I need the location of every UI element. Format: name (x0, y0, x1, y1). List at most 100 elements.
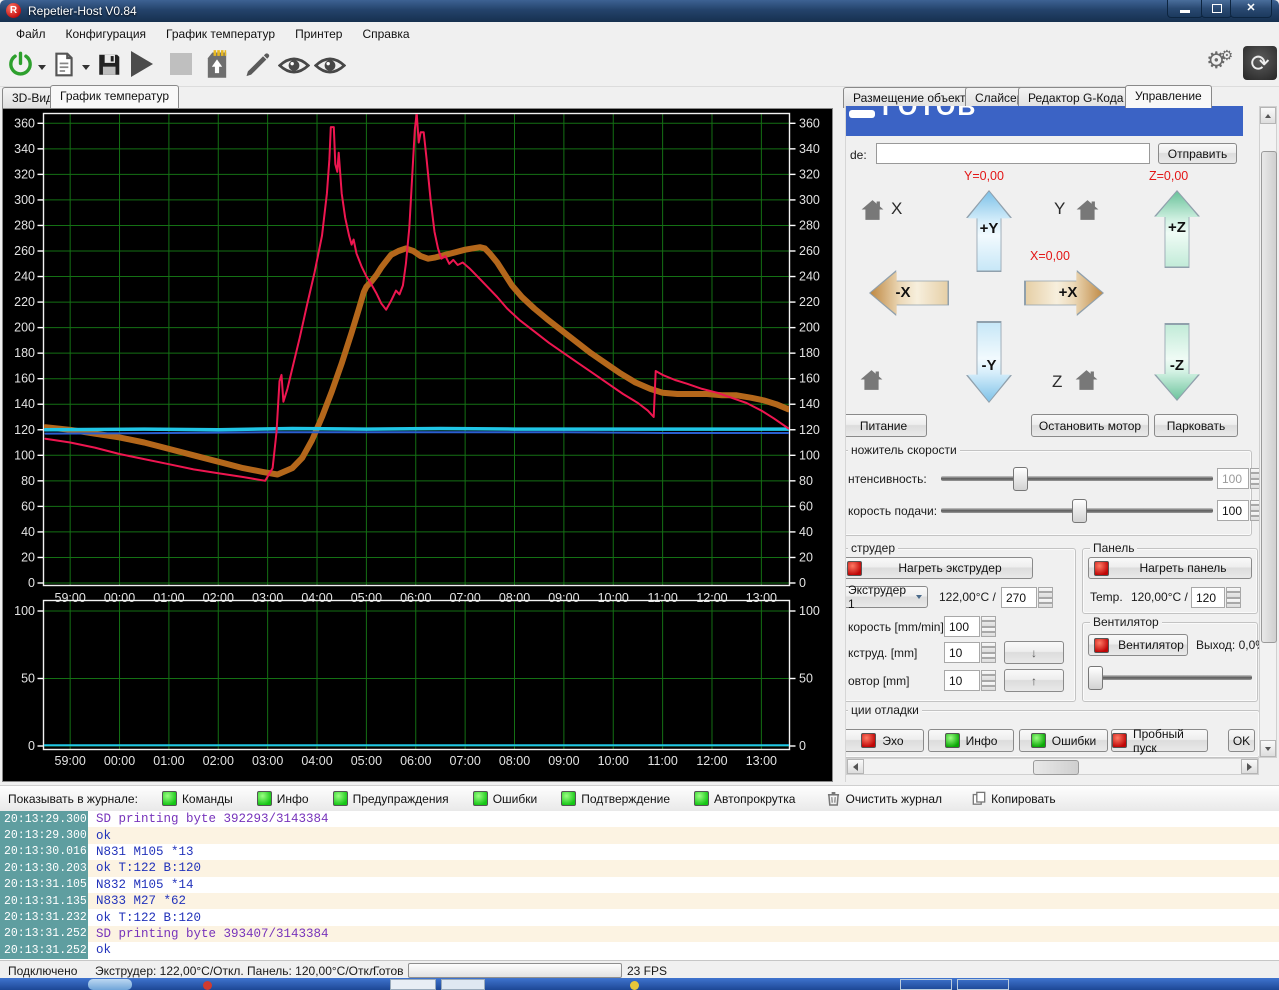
save-icon[interactable] (96, 51, 122, 78)
home-x-icon[interactable] (859, 198, 886, 222)
power-button[interactable]: Питание (846, 414, 927, 437)
svg-text:02:00: 02:00 (203, 754, 234, 768)
refresh-icon[interactable]: ⟳ (1243, 46, 1277, 80)
home-all-icon[interactable] (858, 368, 885, 392)
feedrate-spinner[interactable]: 100 (1217, 500, 1260, 521)
connection-status: Подключено (8, 964, 78, 978)
extruder-target-spinner[interactable]: 270 (1001, 587, 1053, 608)
filter-check-4[interactable]: Подтверждение (561, 791, 670, 806)
jog-plus-x-button[interactable]: +X (1024, 270, 1104, 316)
debug-button-3[interactable]: Пробный пуск (1111, 727, 1208, 755)
svg-text:240: 240 (14, 270, 35, 284)
taskbar-tab[interactable] (957, 979, 1009, 990)
panel-vscrollbar[interactable] (1259, 106, 1277, 758)
log-filter-checks: Команды Инфо Предупраждения Ошибки Подтвержд… (161, 791, 795, 806)
park-button[interactable]: Парковать (1154, 414, 1238, 437)
debug-button-2[interactable]: Ошибки (1019, 729, 1108, 752)
settings-gears-icon[interactable]: ⚙⚙ (1206, 47, 1239, 74)
svg-text:260: 260 (799, 244, 820, 258)
menu-item-3[interactable]: Принтер (285, 24, 352, 44)
filter-check-3[interactable]: Ошибки (472, 791, 537, 806)
intensity-spinner[interactable]: 100 (1217, 468, 1260, 489)
filter-check-2[interactable]: Предупраждения (332, 791, 449, 806)
taskbar-button[interactable] (88, 979, 132, 990)
svg-text:240: 240 (799, 270, 820, 284)
jog-plus-y-button[interactable]: +Y (966, 190, 1012, 272)
copy-log-button[interactable]: Копировать (972, 791, 1056, 806)
jog-minus-x-button[interactable]: -X (869, 270, 949, 316)
panel-hscrollbar[interactable] (846, 758, 1259, 775)
close-button[interactable]: ✕ (1230, 0, 1272, 18)
taskbar-tab[interactable] (441, 979, 485, 990)
fan-slider[interactable] (1088, 666, 1252, 690)
menu-item-2[interactable]: График температур (156, 24, 285, 44)
control-panel: Готов de: Отправить Y=0,00 Z=0,00 X=0,00… (845, 106, 1260, 782)
splitter[interactable] (833, 108, 845, 782)
log-panel[interactable]: 20:13:29.300 SD printing byte 392293/3143… (0, 811, 1279, 960)
filter-check-0[interactable]: Команды (161, 791, 233, 806)
filter-check-1[interactable]: Инфо (256, 791, 309, 806)
show-filament-eye-icon[interactable] (278, 55, 310, 76)
right-tab-2[interactable]: Редактор G-Кода (1018, 87, 1134, 108)
debug-button-4[interactable]: OK (1228, 729, 1255, 752)
arrow-up-icon: ↑ (1031, 673, 1037, 688)
stop-motor-button[interactable]: Остановить мотор (1031, 414, 1149, 437)
retract-up-button[interactable]: ↑ (1004, 669, 1064, 692)
extrude-length-spinner[interactable]: 10 (944, 642, 996, 663)
taskbar-tab[interactable] (900, 979, 952, 990)
windows-taskbar[interactable] (0, 978, 1279, 990)
debug-options-title: ции отладки (848, 703, 922, 717)
gcode-label: de: (850, 148, 867, 162)
debug-button-0[interactable]: Эхо (846, 729, 924, 752)
bed-target-spinner[interactable]: 120 (1191, 587, 1241, 608)
log-message: N832 M105 *14 (96, 877, 194, 892)
jog-minus-z-button[interactable]: -Z (1154, 323, 1200, 401)
run-job-icon[interactable] (131, 51, 153, 77)
taskbar-tab[interactable] (390, 979, 436, 990)
power-dropdown-icon[interactable] (38, 65, 46, 70)
taskbar-app-icon[interactable] (203, 981, 212, 990)
menu-item-1[interactable]: Конфигурация (56, 24, 157, 44)
extrude-down-button[interactable]: ↓ (1004, 641, 1064, 664)
titlebar[interactable]: R Repetier-Host V0.84 ✕ (0, 0, 1279, 22)
new-file-dropdown-icon[interactable] (82, 65, 90, 70)
send-gcode-button[interactable]: Отправить (1158, 143, 1237, 164)
intensity-slider[interactable] (941, 467, 1213, 491)
home-y-icon[interactable] (1074, 198, 1101, 222)
repetier-host-window: R Repetier-Host V0.84 ✕ Файл Конфигурация… (0, 0, 1279, 990)
minimize-button[interactable] (1167, 0, 1203, 18)
left-tab-1[interactable]: График температур (50, 85, 180, 108)
show-travel-eye-icon[interactable] (314, 55, 346, 76)
menu-item-4[interactable]: Справка (352, 24, 419, 44)
menu-item-0[interactable]: Файл (6, 24, 56, 44)
right-tab-3[interactable]: Управление (1125, 85, 1212, 108)
log-timestamp: 20:13:31.135 (0, 892, 88, 910)
taskbar-app-icon[interactable] (630, 981, 639, 990)
retract-spinner[interactable]: 10 (944, 670, 996, 691)
gcode-input[interactable] (876, 143, 1150, 164)
power-toggle-icon[interactable] (7, 51, 34, 78)
clear-log-button[interactable]: Очистить журнал (827, 791, 942, 806)
log-row: 20:13:30.203 ok T:122 B:120 (0, 860, 1279, 877)
restore-button[interactable] (1201, 0, 1232, 18)
feedrate-slider[interactable] (941, 499, 1213, 523)
jog-minus-y-button[interactable]: -Y (966, 321, 1012, 403)
svg-text:07:00: 07:00 (449, 754, 480, 768)
printer-status-text: Готов (882, 106, 978, 121)
heat-bed-button[interactable]: Нагреть панель (1088, 557, 1252, 579)
debug-button-1[interactable]: Инфо (928, 729, 1014, 752)
svg-text:50: 50 (21, 672, 35, 686)
right-tab-0[interactable]: Размещение объекта (843, 87, 983, 108)
edit-gcode-icon[interactable] (243, 51, 271, 79)
heat-extruder-button[interactable]: Нагреть экструдер (846, 557, 1033, 579)
home-z-icon[interactable] (1073, 368, 1100, 392)
extruder-speed-spinner[interactable]: 100 (944, 616, 996, 637)
sd-card-icon[interactable] (203, 49, 231, 80)
z-coordinate: Z=0,00 (1149, 169, 1189, 183)
jog-plus-z-button[interactable]: +Z (1154, 190, 1200, 268)
extruder-selector[interactable]: Экструдер 1 (846, 583, 928, 611)
new-file-icon[interactable] (51, 51, 77, 78)
filter-check-5[interactable]: Автопрокрутка (694, 791, 795, 806)
feedrate-label: корость подачи: (848, 504, 938, 518)
fan-button[interactable]: Вентилятор (1088, 634, 1188, 656)
